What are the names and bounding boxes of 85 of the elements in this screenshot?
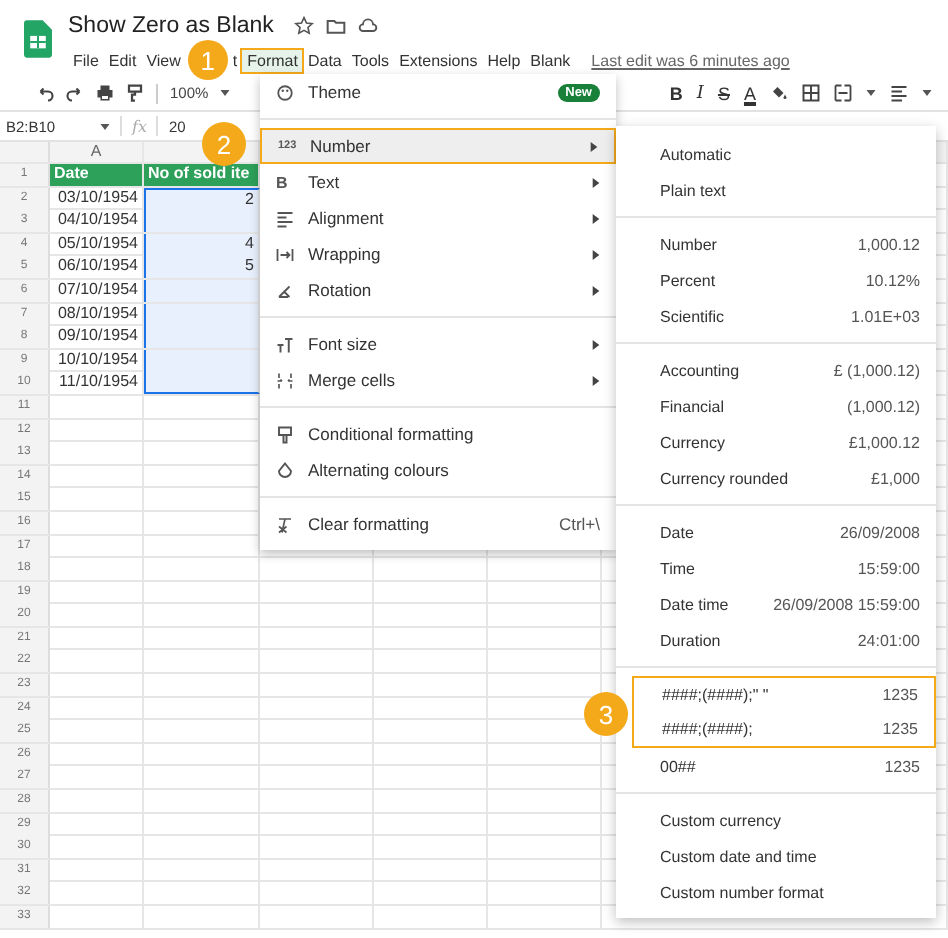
submenu-arrow-icon [592,213,600,223]
menu-item[interactable]: ####;(####);" " 1235 [632,676,936,712]
menu-item[interactable]: Date time 26/09/2008 15:59:00 [616,586,936,622]
submenu-arrow-icon [592,177,600,187]
menu-item[interactable]: Edit [103,49,142,71]
menu-item[interactable]: Percent 10.12% [616,262,936,298]
menu-item[interactable]: B Text [260,164,616,200]
step-marker: 3 [584,692,628,736]
menu-item[interactable]: t [227,49,243,71]
menu-item[interactable]: File [68,49,104,71]
menu-item[interactable]: Duration 24:01:00 [616,622,936,658]
menu-item[interactable]: Alternating colours [260,452,616,488]
menu-item[interactable]: Data [302,49,347,71]
drop-icon [276,461,294,479]
menu-item[interactable]: Font size [260,326,616,362]
clear-icon [276,515,294,533]
menu-item[interactable]: Currency £1,000.12 [616,424,936,460]
menu-item[interactable]: Currency rounded £1,000 [616,460,936,496]
format-button[interactable]: A [743,83,756,103]
menu-item[interactable]: Date 26/09/2008 [616,514,936,550]
submenu-arrow-icon [592,285,600,295]
header-cell: No of sold ite [144,164,260,186]
merge-icon [276,371,294,389]
menu-item[interactable]: Custom currency [616,802,936,838]
menu-item[interactable]: Conditional formatting [260,416,616,452]
menu-item[interactable]: Plain text [616,172,936,208]
caret-icon[interactable] [220,90,231,96]
undo-icon[interactable] [36,84,54,102]
caret-icon[interactable] [922,90,932,96]
menu-item[interactable]: Time 15:59:00 [616,550,936,586]
step-marker: 1 [187,40,228,80]
format-button[interactable]: S [717,83,730,103]
wrap-icon [276,245,294,263]
fontsize-icon [276,335,294,353]
menu-item[interactable]: Financial (1,000.12) [616,388,936,424]
menu-item[interactable]: Accounting £ (1,000.12) [616,352,936,388]
format-button[interactable]: B [669,83,683,103]
header-cell: Date [50,164,144,186]
menu-item[interactable]: Wrapping [260,236,616,272]
last-edit-link[interactable]: Last edit was 6 minutes ago [591,51,790,69]
menu-item[interactable]: Alignment [260,200,616,236]
rotate-icon [276,281,294,299]
menu-item[interactable]: ####;(####); 1235 [632,712,936,748]
menu-item[interactable]: Scientific 1.01E+03 [616,298,936,334]
function-label: fx [132,117,147,135]
menu-item[interactable]: Clear formatting Ctrl+\ [260,506,616,542]
sheets-logo-icon[interactable] [24,20,52,58]
folder-icon[interactable] [325,16,346,36]
submenu-arrow-icon [590,141,598,151]
merge-icon[interactable] [834,84,852,102]
table-cell: 2 [144,187,260,210]
caret-icon[interactable] [866,90,876,96]
menu-item[interactable]: Help [482,49,526,71]
menu-item[interactable]: Rotation [260,272,616,308]
align-icon [276,209,294,227]
menu-item[interactable]: Merge cells [260,362,616,398]
print-icon[interactable] [96,84,114,102]
menu-item[interactable]: Blank [525,49,576,71]
submenu-arrow-icon [592,375,600,385]
submenu-arrow-icon [592,339,600,349]
menu-item[interactable]: Extensions [394,49,483,71]
menu-item[interactable]: Number 1,000.12 [616,226,936,262]
submenu-arrow-icon [592,249,600,259]
format-button[interactable]: I [696,83,704,103]
document-title[interactable]: Show Zero as Blank [68,14,274,38]
paint-format-icon[interactable] [126,84,144,102]
star-icon[interactable] [293,16,314,36]
menu-item[interactable]: Custom number format [616,874,936,910]
cloud-icon[interactable] [357,16,378,36]
table-cell: 5 [144,256,260,279]
menu-item[interactable]: Format [242,49,303,71]
menu-item[interactable]: Tools [346,49,395,71]
menu-item[interactable]: View [141,49,186,71]
fill-color-icon[interactable] [770,84,788,102]
redo-icon[interactable] [66,84,84,102]
shortcut-text: Ctrl+\ [558,514,600,534]
column-header[interactable]: A [90,142,102,162]
menu-item[interactable]: Custom date and time [616,838,936,874]
menu-item[interactable]: Automatic [616,136,936,172]
step-marker: 2 [202,122,246,166]
borders-icon[interactable] [802,84,820,102]
align-icon[interactable] [890,84,908,102]
menu-item[interactable]: 00## 1235 [616,748,936,784]
table-cell: 4 [144,233,260,256]
caret-icon[interactable] [100,123,110,129]
